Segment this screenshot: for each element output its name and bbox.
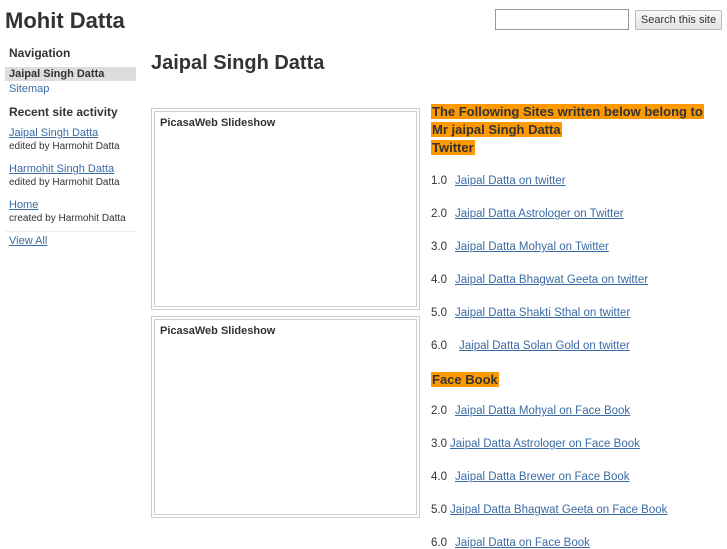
navigation-heading: Navigation [9, 46, 71, 60]
activity-item: Harmohit Singh Datta edited by Harmohit D… [5, 162, 136, 190]
site-title[interactable]: Mohit Datta [5, 8, 125, 34]
twitter-link[interactable]: Jaipal Datta Mohyal on Twitter [455, 241, 609, 253]
intro-heading-2: Mr jaipal Singh Datta [431, 122, 562, 137]
facebook-link[interactable]: Jaipal Datta Mohyal on Face Book [455, 405, 630, 417]
activity-by: edited by Harmohit Datta [9, 141, 120, 152]
facebook-link[interactable]: Jaipal Datta Bhagwat Geeta on Face Book [450, 504, 667, 516]
activity-link[interactable]: Harmohit Singh Datta [9, 163, 114, 175]
search-input[interactable] [495, 9, 629, 30]
facebook-item: 5.0 Jaipal Datta Bhagwat Geeta on Face Bo… [431, 504, 667, 516]
facebook-item: 3.0 Jaipal Datta Astrologer on Face Book [431, 438, 640, 450]
item-number: 6.0 [431, 340, 447, 352]
activity-item: Jaipal Singh Datta edited by Harmohit Dat… [5, 126, 136, 154]
item-number: 5.0 [431, 504, 447, 516]
sidebar: Navigation Jaipal Singh Datta Sitemap Re… [5, 46, 136, 247]
item-number: 3.0 [431, 241, 447, 253]
item-number: 4.0 [431, 471, 447, 483]
twitter-link[interactable]: Jaipal Datta on twitter [455, 175, 566, 187]
nav-item-current[interactable]: Jaipal Singh Datta [5, 67, 136, 81]
nav-item-sitemap[interactable]: Sitemap [5, 81, 136, 97]
twitter-item: 3.0 Jaipal Datta Mohyal on Twitter [431, 241, 609, 253]
facebook-link[interactable]: Jaipal Datta Astrologer on Face Book [450, 438, 640, 450]
twitter-link[interactable]: Jaipal Datta Astrologer on Twitter [455, 208, 624, 220]
facebook-item: 6.0 Jaipal Datta on Face Book [431, 537, 590, 549]
facebook-link[interactable]: Jaipal Datta Brewer on Face Book [455, 471, 630, 483]
twitter-item: 6.0 Jaipal Datta Solan Gold on twitter [431, 340, 630, 352]
facebook-item: 4.0 Jaipal Datta Brewer on Face Book [431, 471, 630, 483]
view-all-row: View All [5, 231, 136, 247]
picasa-slideshow[interactable]: PicasaWeb Slideshow [151, 108, 420, 310]
activity-heading: Recent site activity [9, 105, 118, 119]
facebook-heading: Face Book [431, 372, 499, 387]
content: The Following Sites written below belong… [431, 103, 727, 549]
item-number: 1.0 [431, 175, 447, 187]
activity-link[interactable]: Jaipal Singh Datta [9, 127, 98, 139]
activity-by: edited by Harmohit Datta [9, 177, 120, 188]
item-number: 4.0 [431, 274, 447, 286]
twitter-item: 5.0 Jaipal Datta Shakti Sthal on twitter [431, 307, 630, 319]
twitter-heading: Twitter [431, 140, 475, 155]
twitter-link[interactable]: Jaipal Datta Shakti Sthal on twitter [455, 307, 630, 319]
item-number: 5.0 [431, 307, 447, 319]
item-number: 3.0 [431, 438, 447, 450]
view-all-link[interactable]: View All [9, 235, 47, 247]
activity-link[interactable]: Home [9, 199, 38, 211]
facebook-link[interactable]: Jaipal Datta on Face Book [455, 537, 590, 549]
slideshow-title: PicasaWeb Slideshow [160, 325, 276, 337]
item-number: 2.0 [431, 208, 447, 220]
activity-item: Home created by Harmohit Datta [5, 198, 136, 226]
twitter-item: 2.0 Jaipal Datta Astrologer on Twitter [431, 208, 624, 220]
picasa-slideshow[interactable]: PicasaWeb Slideshow [151, 316, 420, 518]
facebook-item: 2.0 Jaipal Datta Mohyal on Face Book [431, 405, 630, 417]
page-title: Jaipal Singh Datta [151, 52, 325, 74]
search-button[interactable]: Search this site [635, 10, 722, 30]
twitter-item: 1.0 Jaipal Datta on twitter [431, 175, 566, 187]
twitter-link[interactable]: Jaipal Datta Bhagwat Geeta on twitter [455, 274, 648, 286]
item-number: 6.0 [431, 537, 447, 549]
slideshow-title: PicasaWeb Slideshow [160, 117, 276, 129]
item-number: 2.0 [431, 405, 447, 417]
twitter-item: 4.0 Jaipal Datta Bhagwat Geeta on twitter [431, 274, 648, 286]
twitter-link[interactable]: Jaipal Datta Solan Gold on twitter [459, 340, 630, 352]
intro-heading: The Following Sites written below belong… [431, 104, 704, 119]
activity-by: created by Harmohit Datta [9, 213, 126, 224]
